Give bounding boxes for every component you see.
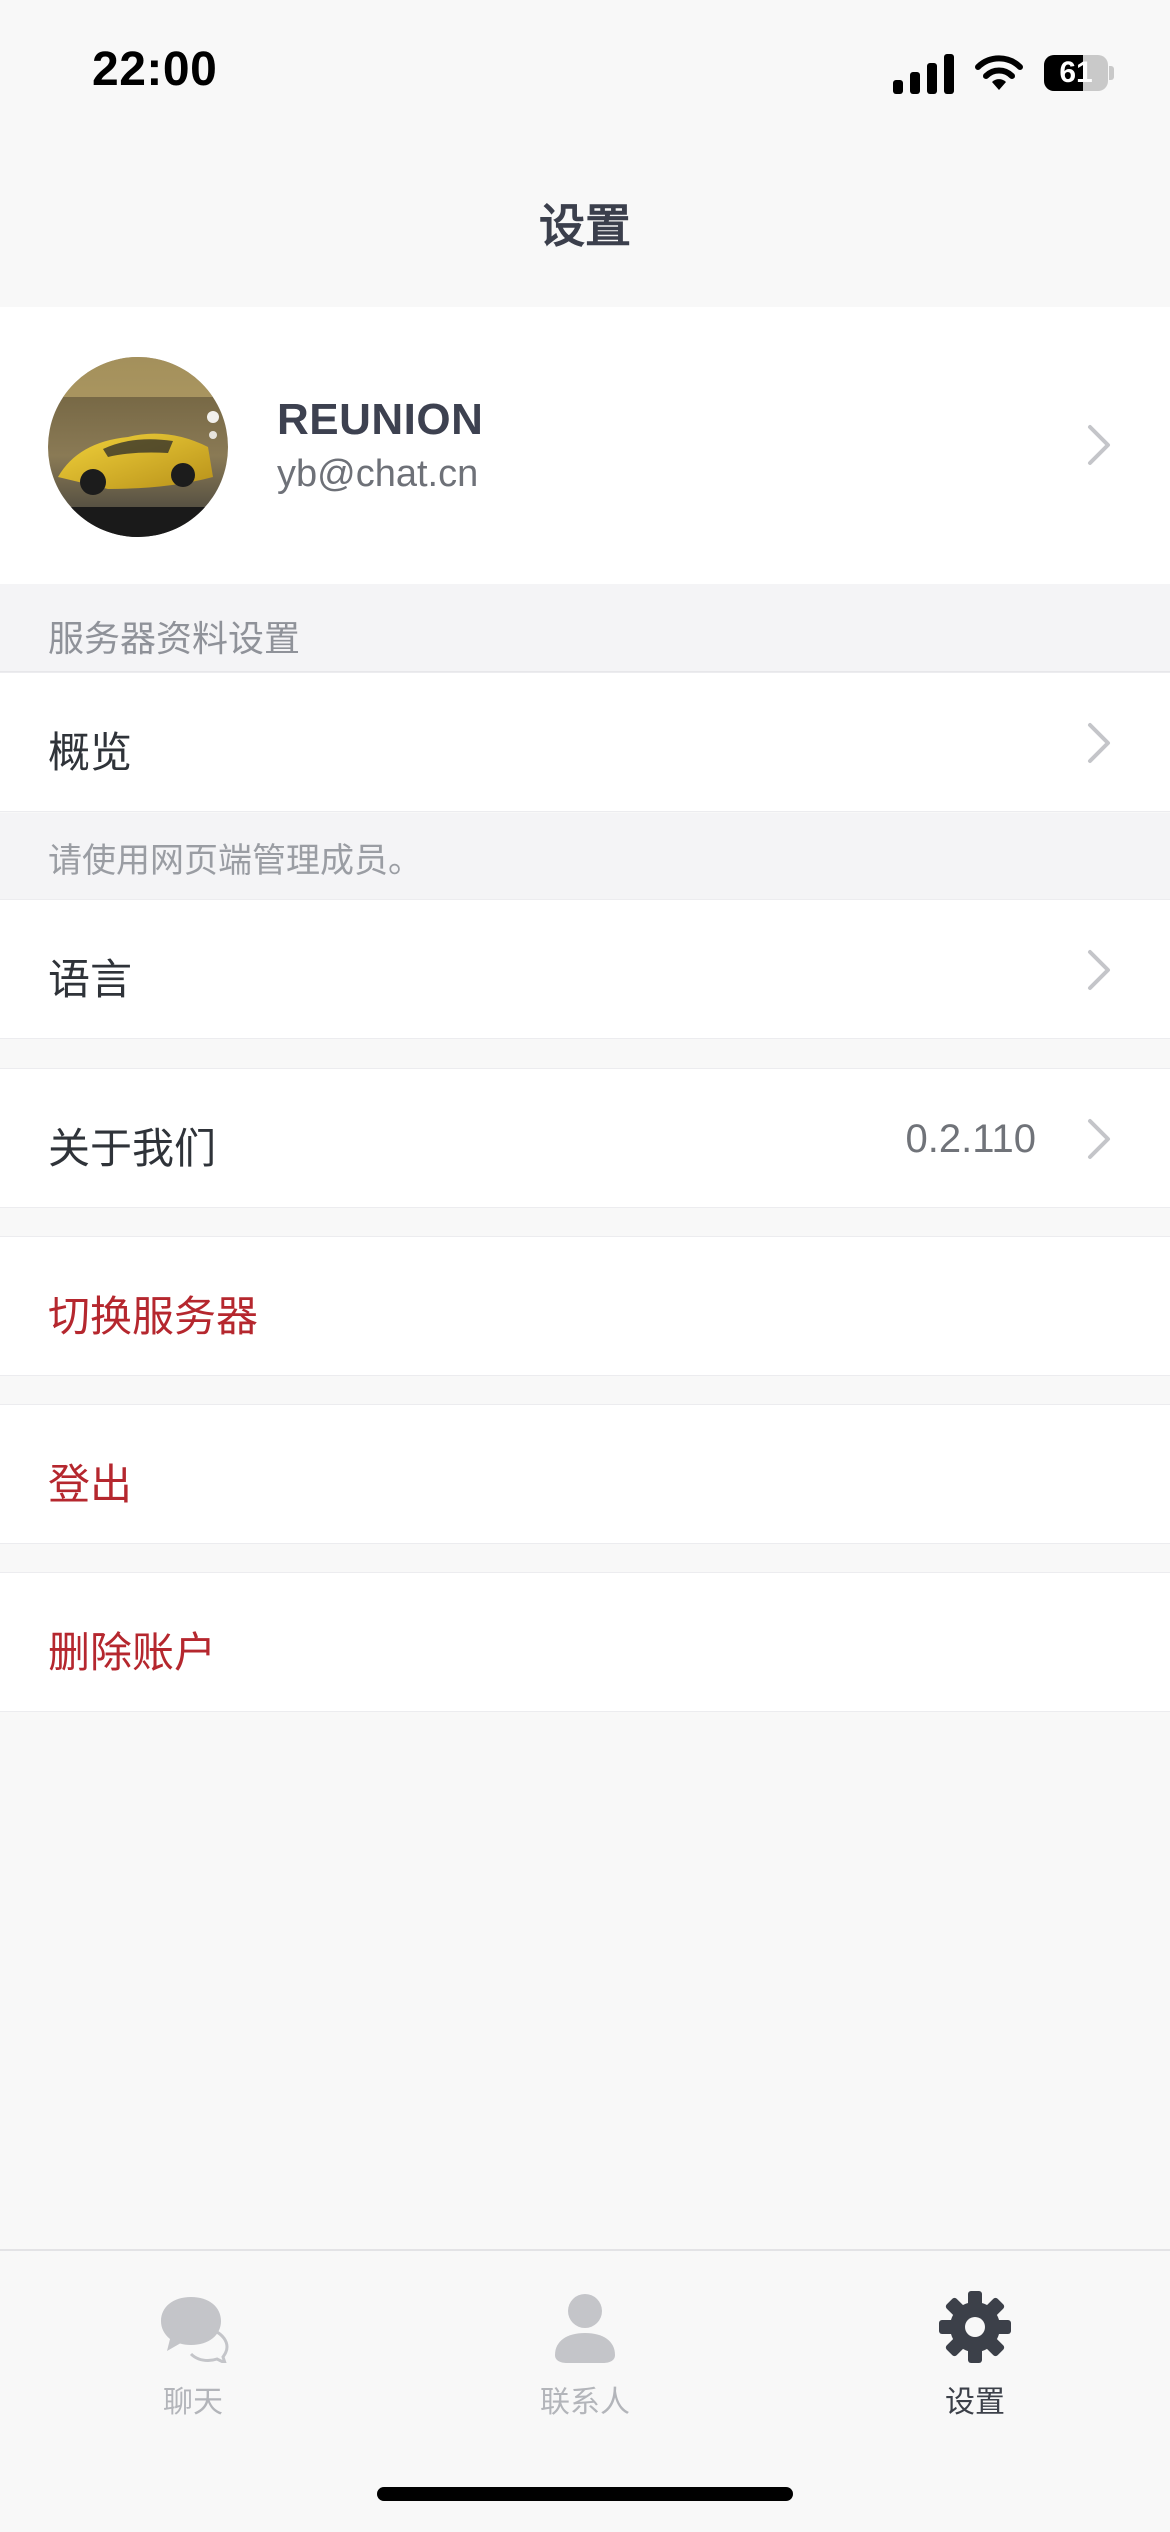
tab-label: 联系人 [540,2385,630,2420]
home-indicator [377,2487,793,2501]
chevron-right-icon [1088,723,1110,763]
delete-account-button[interactable]: 删除账户 [0,1572,1170,1712]
profile-card[interactable]: REUNION yb@chat.cn [0,307,1170,584]
battery-level: 61 [1059,56,1093,89]
switch-server-label: 切换服务器 [48,1292,259,1341]
section-title: 服务器资料设置 [48,619,301,660]
chevron-right-icon [1088,425,1110,465]
tab-label: 聊天 [163,2385,223,2420]
section-footer-note: 请使用网页端管理成员。 [0,813,1170,899]
tab-chats[interactable]: 聊天 [73,2291,313,2421]
tab-contacts[interactable]: 联系人 [465,2291,705,2421]
wifi-icon [975,55,1023,90]
app-version: 0.2.110 [905,1117,1037,1161]
avatar [48,357,228,537]
tab-label: 设置 [945,2385,1005,2420]
chevron-right-icon [1088,1119,1110,1159]
gear-icon [939,2291,1011,2363]
overview-row[interactable]: 概览 [0,672,1170,812]
profile-name: REUNION [277,395,484,444]
status-icons: 61 [893,48,1114,98]
cellular-signal-icon [893,52,954,94]
chat-bubbles-icon [161,2297,229,2363]
delete-account-label: 删除账户 [48,1628,217,1677]
switch-server-button[interactable]: 切换服务器 [0,1236,1170,1376]
status-time: 22:00 [92,43,218,96]
profile-email: yb@chat.cn [277,453,479,495]
about-label: 关于我们 [48,1124,217,1173]
language-label: 语言 [48,955,133,1004]
logout-label: 登出 [48,1460,133,1509]
tab-settings[interactable]: 设置 [855,2291,1095,2421]
chevron-right-icon [1088,950,1110,990]
settings-screen: 22:00 61 设置 REUNION yb@chat.cn 服务器资料设置 概… [0,0,1170,2532]
logout-button[interactable]: 登出 [0,1404,1170,1544]
overview-label: 概览 [48,728,133,777]
page-title: 设置 [539,199,631,253]
battery-icon: 61 [1044,55,1114,91]
language-row[interactable]: 语言 [0,899,1170,1039]
about-row[interactable]: 关于我们 0.2.110 [0,1068,1170,1208]
manage-members-note: 请使用网页端管理成员。 [48,841,422,881]
person-icon [555,2294,615,2363]
server-settings-section-header: 服务器资料设置 [0,584,1170,672]
status-bar: 22:00 61 [0,0,1170,150]
